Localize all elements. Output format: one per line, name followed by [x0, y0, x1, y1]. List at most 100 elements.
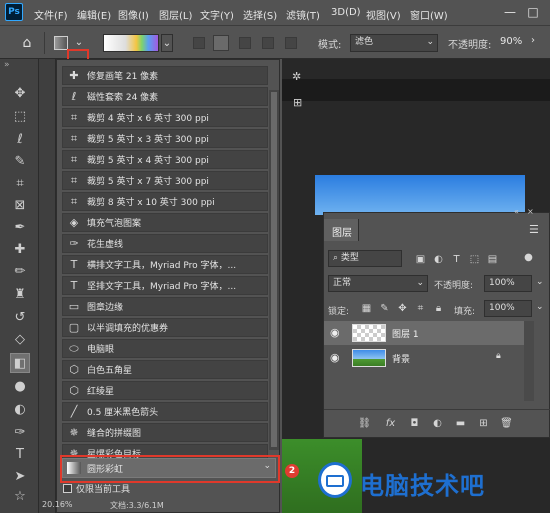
preset-item[interactable]: ▭ 图章边缘 — [62, 297, 268, 316]
lock-position-icon[interactable]: ✥ — [396, 302, 409, 315]
panel-menu-icon[interactable]: ☰ — [529, 223, 539, 236]
type-tool-icon[interactable]: T — [10, 445, 30, 465]
blend-mode-select[interactable]: 正常 ⌄ — [328, 275, 428, 292]
preset-item[interactable]: ⌗ 裁剪 8 英寸 x 10 英寸 300 ppi — [62, 192, 268, 211]
stamp-tool-icon[interactable]: ♜ — [10, 285, 30, 305]
lasso-tool-icon[interactable]: ℓ — [10, 130, 30, 150]
preset-item[interactable]: ⬡ 红绫星 — [62, 381, 268, 400]
menu-window[interactable]: 窗口(W) — [410, 7, 448, 22]
healing-brush-icon[interactable]: ✚ — [10, 240, 30, 260]
preset-item[interactable]: ⬡ 白色五角星 — [62, 360, 268, 379]
menu-file[interactable]: 文件(F) — [34, 7, 68, 22]
opacity-field[interactable]: 100% — [484, 275, 532, 292]
layer-row-selected[interactable]: ◉ 图层 1 — [324, 321, 524, 345]
blur-tool-icon[interactable]: ● — [10, 377, 30, 397]
shape-tool-icon[interactable]: ☆ — [10, 487, 30, 507]
layer-name[interactable]: 背景 — [392, 352, 410, 365]
menu-select[interactable]: 选择(S) — [243, 7, 277, 22]
reflected-gradient-button[interactable] — [262, 37, 274, 49]
preset-item[interactable]: ⌗ 裁剪 5 英寸 x 3 英寸 300 ppi — [62, 129, 268, 148]
lock-transparent-icon[interactable]: ▦ — [360, 302, 373, 315]
preset-item[interactable]: T 横排文字工具，Myriad Pro 字体，... — [62, 255, 268, 274]
layers-scrollbar[interactable] — [524, 321, 534, 401]
pen-tool-icon[interactable]: ✑ — [10, 423, 30, 443]
collapse-panel-icon[interactable]: « — [514, 207, 519, 216]
image-filter-icon[interactable]: ▣ — [414, 253, 427, 266]
quick-select-icon[interactable]: ✎ — [10, 152, 30, 172]
smart-object-filter-icon[interactable]: ▤ — [486, 253, 499, 266]
shape-filter-icon[interactable]: ⬚ — [468, 253, 481, 266]
lock-image-icon[interactable]: ✎ — [378, 302, 391, 315]
tool-preset-thumbnail[interactable] — [54, 36, 68, 50]
scrollbar-track[interactable] — [269, 90, 279, 450]
eraser-icon[interactable]: ◇ — [10, 330, 30, 350]
type-filter-icon[interactable]: T — [450, 253, 463, 266]
menu-3d[interactable]: 3D(D) — [331, 7, 361, 18]
scrollbar-thumb[interactable] — [271, 92, 277, 447]
chevron-down-icon[interactable]: ⌄ — [536, 277, 544, 287]
menu-filter[interactable]: 滤镜(T) — [286, 7, 320, 22]
preset-item[interactable]: ╱ 0.5 厘米黑色箭头 — [62, 402, 268, 421]
menu-edit[interactable]: 编辑(E) — [77, 7, 111, 22]
preset-item[interactable]: ℓ 磁性套索 24 像素 — [62, 87, 268, 106]
adjustment-filter-icon[interactable]: ◐ — [432, 253, 445, 266]
adjustment-layer-icon[interactable]: ◐ — [431, 417, 444, 430]
link-layers-icon[interactable]: ⛓ — [358, 417, 371, 430]
home-icon[interactable]: ⌂ — [18, 34, 36, 52]
radial-gradient-button[interactable] — [213, 35, 229, 51]
gradient-picker[interactable] — [103, 34, 159, 52]
menu-layer[interactable]: 图层(L) — [159, 7, 192, 22]
lock-artboard-icon[interactable]: ⌗ — [414, 302, 427, 315]
tab-layers[interactable]: 图层 — [324, 219, 359, 241]
marquee-tool-icon[interactable]: ⬚ — [10, 107, 30, 127]
photoshop-logo[interactable]: Ps — [5, 3, 23, 21]
history-brush-icon[interactable]: ↺ — [10, 308, 30, 328]
maximize-button[interactable]: □ — [525, 4, 541, 20]
fill-field[interactable]: 100% — [484, 300, 532, 317]
frame-tool-icon[interactable]: ⊠ — [10, 196, 30, 216]
path-select-icon[interactable]: ➤ — [10, 467, 30, 487]
eye-icon[interactable]: ◉ — [330, 351, 340, 364]
preset-item[interactable]: ⌗ 裁剪 4 英寸 x 6 英寸 300 ppi — [62, 108, 268, 127]
preset-item[interactable]: ✵ 缝合的拼缀图 — [62, 423, 268, 442]
add-mask-icon[interactable]: ◘ — [408, 417, 421, 430]
layer-row[interactable]: ◉ 背景 🔒︎ — [324, 346, 524, 370]
layer-name[interactable]: 图层 1 — [392, 327, 419, 340]
current-tool-only-checkbox[interactable] — [63, 484, 72, 493]
preset-item[interactable]: ✚ 修复画笔 21 像素 — [62, 66, 268, 85]
menu-view[interactable]: 视图(V) — [366, 7, 401, 22]
layer-filter-select[interactable]: ⌕ 类型 — [328, 250, 402, 267]
gear-icon[interactable]: ✲ — [292, 70, 301, 83]
delete-layer-icon[interactable]: 🗑︎ — [500, 417, 513, 430]
new-preset-icon[interactable]: ⊞ — [293, 96, 302, 109]
move-tool-icon[interactable]: ✥ — [10, 84, 30, 104]
opacity-value[interactable]: 90% — [500, 36, 522, 47]
dodge-tool-icon[interactable]: ◐ — [10, 400, 30, 420]
preset-item[interactable]: T 坚排文字工具，Myriad Pro 字体，... — [62, 276, 268, 295]
eye-icon[interactable]: ◉ — [330, 326, 340, 339]
chevron-down-icon[interactable]: ⌄ — [536, 302, 544, 312]
lock-all-icon[interactable]: 🔒︎ — [432, 302, 445, 315]
gradient-dropdown-icon[interactable]: ⌄ — [161, 34, 173, 52]
preset-item[interactable]: ✑ 花生虚线 — [62, 234, 268, 253]
menu-type[interactable]: 文字(Y) — [200, 7, 234, 22]
preset-item[interactable]: ◈ 填充气泡图案 — [62, 213, 268, 232]
group-folder-icon[interactable]: ▬ — [454, 417, 467, 430]
collapse-icon[interactable]: » — [4, 60, 10, 70]
preset-item[interactable]: ⌗ 裁剪 5 英寸 x 7 英寸 300 ppi — [62, 171, 268, 190]
filter-toggle-icon[interactable]: ● — [522, 251, 535, 264]
menu-image[interactable]: 图像(I) — [118, 7, 149, 22]
close-panel-icon[interactable]: × — [527, 207, 534, 216]
preset-item[interactable]: ⬭ 电脑眼 — [62, 339, 268, 358]
linear-gradient-button[interactable] — [193, 37, 205, 49]
crop-tool-icon[interactable]: ⌗ — [10, 174, 30, 194]
new-layer-icon[interactable]: ⊞ — [477, 417, 490, 430]
eyedropper-icon[interactable]: ✒ — [10, 218, 30, 238]
chevron-right-icon[interactable]: › — [531, 35, 535, 46]
preset-item[interactable]: ▢ 以半调填充的优惠券 — [62, 318, 268, 337]
fx-icon[interactable]: fx — [384, 417, 397, 430]
angle-gradient-button[interactable] — [239, 37, 251, 49]
preset-item[interactable]: ⌗ 裁剪 5 英寸 x 4 英寸 300 ppi — [62, 150, 268, 169]
blend-mode-select[interactable]: 滤色 ⌄ — [350, 34, 438, 52]
minimize-button[interactable]: — — [502, 4, 518, 20]
